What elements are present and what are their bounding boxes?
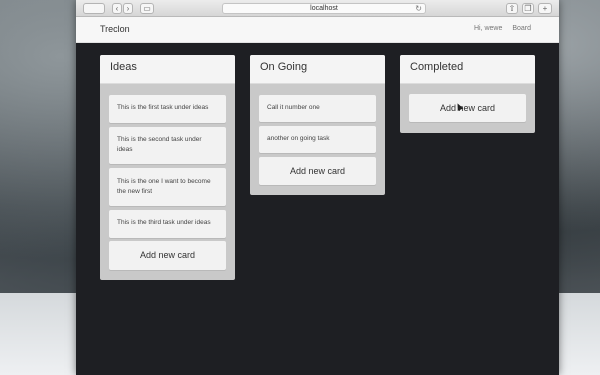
task-card[interactable]: This is the one I want to become the new… (109, 168, 226, 206)
sidebar-icon: ▭ (143, 4, 151, 13)
add-card-button[interactable]: Add new card (409, 94, 526, 122)
share-button[interactable]: ⇧ (506, 3, 518, 14)
brand-logo[interactable]: Treclon (100, 24, 130, 34)
task-card[interactable]: Call it number one (259, 95, 376, 122)
forward-button[interactable]: › (123, 3, 133, 14)
chevron-right-icon: › (126, 4, 130, 13)
list-ideas: Ideas This is the first task under ideas… (100, 55, 235, 280)
add-card-button[interactable]: Add new card (259, 157, 376, 185)
address-url: localhost (310, 5, 338, 12)
reload-icon[interactable]: ↻ (415, 4, 422, 13)
chevron-left-icon: ‹ (115, 4, 119, 13)
share-icon: ⇧ (508, 4, 516, 13)
address-bar[interactable]: localhost ↻ (222, 3, 426, 14)
browser-window: ‹ › ▭ localhost ↻ ⇧ ❐ + Treclon Hi, wewe… (76, 0, 559, 375)
back-button[interactable]: ‹ (112, 3, 122, 14)
new-tab-button[interactable]: + (538, 3, 552, 14)
sidebar-toggle-button[interactable]: ▭ (140, 3, 154, 14)
task-card[interactable]: This is the second task under ideas (109, 127, 226, 164)
tabs-button[interactable]: ❐ (522, 3, 534, 14)
tabs-icon: ❐ (524, 4, 532, 13)
browser-toolbar: ‹ › ▭ localhost ↻ ⇧ ❐ + (76, 0, 559, 17)
task-card[interactable]: another on going task (259, 126, 376, 153)
app-navbar: Treclon Hi, wewe Board (76, 17, 559, 43)
nav-right: Hi, wewe Board (466, 25, 531, 32)
board-link[interactable]: Board (512, 25, 531, 32)
list-title: On Going (250, 55, 385, 84)
list-title: Completed (400, 55, 535, 84)
plus-icon: + (542, 4, 548, 13)
task-card[interactable]: This is the third task under ideas (109, 210, 226, 238)
traffic-lights (83, 3, 105, 14)
user-greeting[interactable]: Hi, wewe (474, 25, 502, 32)
list-title: Ideas (100, 55, 235, 84)
list-on-going: On Going Call it number one another on g… (250, 55, 385, 195)
task-card[interactable]: This is the first task under ideas (109, 95, 226, 123)
add-card-button[interactable]: Add new card (109, 241, 226, 270)
list-completed: Completed Add new card (400, 55, 535, 133)
